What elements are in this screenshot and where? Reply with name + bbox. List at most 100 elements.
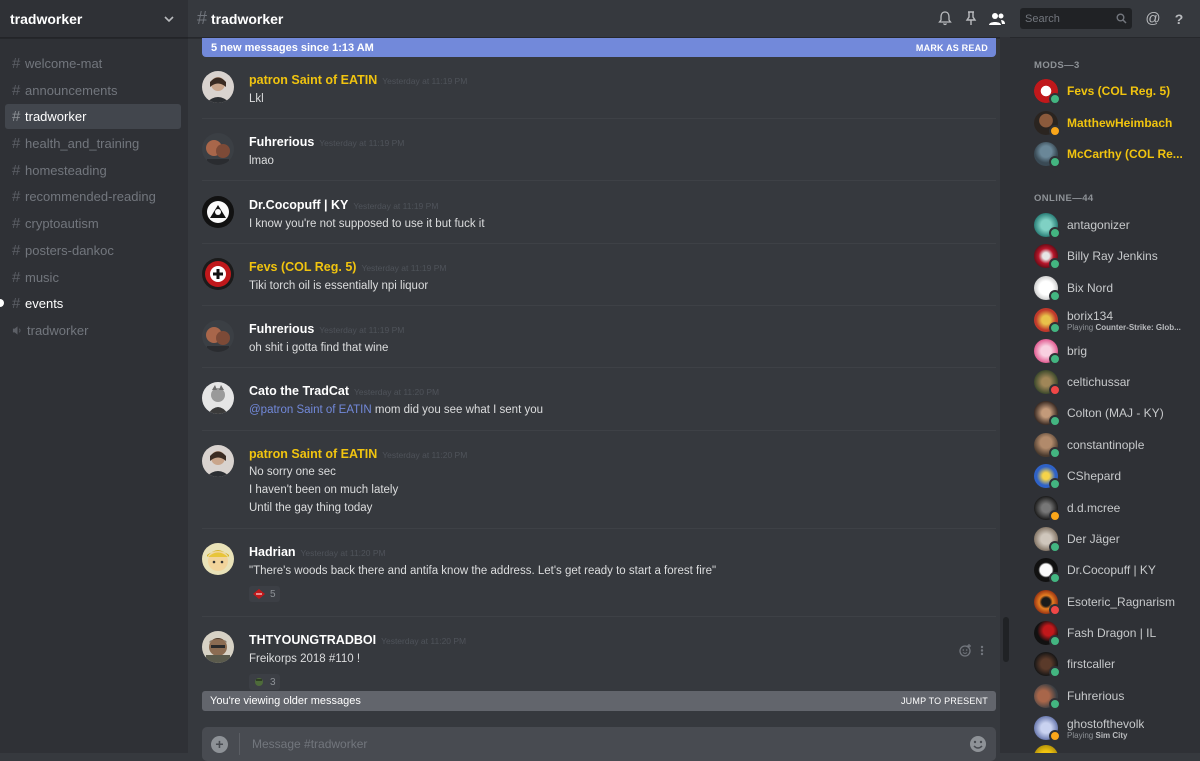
search-input[interactable] bbox=[1025, 12, 1105, 25]
search-box[interactable] bbox=[1020, 8, 1132, 29]
member-item[interactable]: Dr.Cocopuff | KY bbox=[1034, 557, 1200, 584]
avatar[interactable] bbox=[202, 320, 234, 352]
add-reaction-icon[interactable] bbox=[959, 644, 972, 657]
user-mention[interactable]: @patron Saint of EATIN bbox=[249, 404, 372, 416]
channel-tradworker[interactable]: # tradworker bbox=[5, 104, 181, 130]
message-text: oh shit i gotta find that wine bbox=[249, 342, 389, 354]
message-text-part: mom did you see what I sent you bbox=[371, 404, 543, 416]
member-name: Fuhrerious bbox=[1067, 689, 1125, 703]
member-name: Colton (MAJ - KY) bbox=[1067, 406, 1164, 420]
member-item[interactable]: McCarthy (COL Re... bbox=[1034, 141, 1200, 168]
message-author[interactable]: Fuhrerious bbox=[249, 135, 314, 149]
avatar bbox=[1034, 276, 1061, 302]
member-item[interactable]: d.d.mcree bbox=[1034, 495, 1200, 522]
soldier-emoji-icon bbox=[255, 678, 263, 686]
member-item[interactable]: Fash Dragon | IL bbox=[1034, 620, 1200, 647]
channel-events[interactable]: # events bbox=[0, 291, 181, 316]
member-item[interactable]: MatthewHeimbach bbox=[1034, 110, 1200, 137]
message-divider bbox=[202, 118, 996, 119]
avatar[interactable] bbox=[202, 196, 234, 228]
chevron-down-icon[interactable] bbox=[162, 12, 176, 26]
member-list-icon[interactable] bbox=[988, 10, 1006, 28]
member-item[interactable]: ghostofthevolk Playing Sim City bbox=[1034, 714, 1200, 742]
member-item[interactable]: brig bbox=[1034, 338, 1200, 365]
avatar[interactable] bbox=[202, 258, 234, 290]
voice-channel-tradworker[interactable]: tradworker bbox=[5, 318, 181, 343]
message-input[interactable] bbox=[250, 736, 969, 752]
member-name: MatthewHeimbach bbox=[1067, 116, 1173, 130]
bell-icon[interactable] bbox=[936, 10, 954, 28]
channel-cryptoautism[interactable]: # cryptoautism bbox=[5, 211, 181, 236]
channel-music[interactable]: # music bbox=[5, 265, 181, 290]
hash-icon: # bbox=[197, 8, 208, 28]
member-item[interactable]: Bix Nord bbox=[1034, 275, 1200, 302]
member-name: ghostofthevolk bbox=[1067, 716, 1145, 731]
avatar[interactable] bbox=[202, 133, 234, 165]
status-online-icon bbox=[1049, 93, 1061, 105]
message-text: Until the gay thing today bbox=[249, 502, 373, 514]
channel-announcements[interactable]: # announcements bbox=[5, 78, 181, 103]
member-item[interactable]: celtichussar bbox=[1034, 369, 1200, 396]
channel-posters-dankoc[interactable]: # posters-dankoc bbox=[5, 238, 181, 263]
channel-health-and-training[interactable]: # health_and_training bbox=[5, 131, 181, 156]
help-icon[interactable]: ? bbox=[1170, 10, 1188, 28]
message-author[interactable]: Dr.Cocopuff | KY bbox=[249, 198, 348, 212]
avatar bbox=[1034, 652, 1061, 678]
avatar[interactable] bbox=[202, 631, 234, 663]
message-text: I know you're not supposed to use it but… bbox=[249, 218, 485, 230]
channel-welcome-mat[interactable]: # welcome-mat bbox=[5, 51, 181, 76]
avatar[interactable] bbox=[202, 71, 234, 103]
reaction[interactable]: 3 bbox=[249, 674, 280, 690]
member-item[interactable]: Billy Ray Jenkins bbox=[1034, 243, 1200, 270]
member-item[interactable]: CShepard bbox=[1034, 463, 1200, 490]
mark-as-read-button[interactable]: MARK AS READ bbox=[916, 43, 988, 53]
member-name: Esoteric_Ragnarism bbox=[1067, 595, 1176, 609]
member-item[interactable]: Der Jäger bbox=[1034, 526, 1200, 553]
pin-icon[interactable] bbox=[962, 10, 980, 28]
guild-header[interactable]: tradworker bbox=[0, 0, 188, 38]
channel-label: cryptoautism bbox=[25, 216, 99, 232]
new-messages-bar[interactable]: 5 new messages since 1:13 AM MARK AS REA… bbox=[202, 38, 996, 57]
message-author[interactable]: Hadrian bbox=[249, 545, 296, 559]
hash-icon: # bbox=[12, 135, 21, 153]
member-item[interactable]: Colton (MAJ - KY) bbox=[1034, 400, 1200, 427]
message-author[interactable]: Fuhrerious bbox=[249, 322, 314, 336]
member-item[interactable]: Fuhrerious bbox=[1034, 683, 1200, 710]
member-item[interactable]: Fevs (COL Reg. 5) bbox=[1034, 78, 1200, 105]
message-author[interactable]: Fevs (COL Reg. 5) bbox=[249, 260, 356, 274]
member-item[interactable] bbox=[1034, 744, 1200, 753]
member-item[interactable]: constantinople bbox=[1034, 432, 1200, 459]
avatar bbox=[1034, 339, 1061, 365]
more-options-icon[interactable] bbox=[980, 644, 984, 657]
channel-homesteading[interactable]: # homesteading bbox=[5, 158, 181, 183]
member-item[interactable]: firstcaller bbox=[1034, 651, 1200, 678]
avatar bbox=[1034, 464, 1061, 490]
member-item[interactable]: borix134 Playing Counter-Strike: Glob... bbox=[1034, 306, 1200, 334]
member-name: McCarthy (COL Re... bbox=[1067, 147, 1183, 161]
message-author[interactable]: patron Saint of EATIN bbox=[249, 447, 377, 461]
member-name: Bix Nord bbox=[1067, 281, 1114, 295]
reaction[interactable]: 5 bbox=[249, 586, 280, 602]
channel-recommended-reading[interactable]: # recommended-reading bbox=[5, 184, 181, 209]
emoji-picker-icon[interactable] bbox=[969, 735, 987, 753]
avatar[interactable] bbox=[202, 445, 234, 477]
older-messages-bar[interactable]: You're viewing older messages JUMP TO PR… bbox=[202, 691, 996, 711]
message-author[interactable]: Cato the TradCat bbox=[249, 384, 349, 398]
message-divider bbox=[202, 616, 996, 617]
member-item[interactable]: antagonizer bbox=[1034, 212, 1200, 239]
channel-title: tradworker bbox=[211, 10, 284, 27]
status-online-icon bbox=[1049, 415, 1061, 427]
member-name: constantinople bbox=[1067, 438, 1145, 452]
member-name: Der Jäger bbox=[1067, 532, 1120, 546]
message-author[interactable]: patron Saint of EATIN bbox=[249, 73, 377, 87]
avatar[interactable] bbox=[202, 382, 234, 414]
upload-plus-icon[interactable]: + bbox=[211, 735, 228, 753]
message-scrollbar-thumb[interactable] bbox=[1003, 617, 1009, 662]
mention-icon[interactable]: @ bbox=[1144, 10, 1162, 28]
member-name: brig bbox=[1067, 344, 1088, 358]
avatar[interactable] bbox=[202, 543, 234, 575]
jump-to-present-button[interactable]: JUMP TO PRESENT bbox=[901, 696, 988, 706]
member-item[interactable]: Esoteric_Ragnarism bbox=[1034, 589, 1200, 616]
member-activity: Playing Sim City bbox=[1067, 731, 1144, 740]
message-author[interactable]: THTYOUNGTRADBOI bbox=[249, 633, 376, 647]
